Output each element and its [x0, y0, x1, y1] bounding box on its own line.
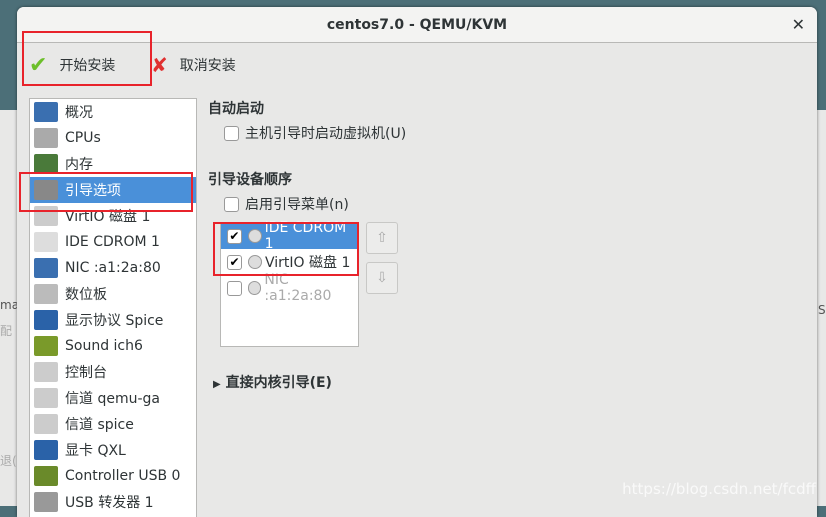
window-title: centos7.0 - QEMU/KVM	[326, 17, 508, 33]
autostart-checkbox[interactable]: 主机引导时启动虚拟机(U)	[224, 123, 406, 143]
checkbox-box[interactable]	[224, 196, 239, 212]
pci-card-icon	[34, 466, 58, 486]
arrow-down-icon: ⇩	[376, 270, 388, 286]
checkbox[interactable]	[227, 280, 242, 296]
background-text: 配	[0, 324, 13, 338]
sidebar-item-label: Sound ich6	[65, 338, 143, 354]
sidebar-item[interactable]: 信道 qemu-ga	[30, 385, 196, 411]
autostart-heading: 自动启动	[208, 101, 264, 117]
sidebar-item[interactable]: 信道 spice	[30, 411, 196, 437]
sidebar-item-label: 显示协议 Spice	[65, 313, 164, 329]
serial-icon	[34, 414, 58, 434]
watermark: https://blog.csdn.net/fcdff	[622, 480, 816, 498]
usb-icon	[34, 492, 58, 512]
close-icon[interactable]: ✕	[792, 7, 805, 43]
boot-order-heading: 引导设备顺序	[208, 172, 292, 188]
tablet-icon	[34, 284, 58, 304]
sidebar-item[interactable]: 概况	[30, 99, 196, 125]
sidebar-item-label: CPUs	[65, 130, 101, 146]
autostart-label: 主机引导时启动虚拟机(U)	[245, 126, 407, 142]
sidebar-item-label: 内存	[65, 157, 93, 173]
serial-icon	[34, 362, 58, 382]
sidebar-item-label: 信道 spice	[65, 417, 134, 433]
kernel-boot-expander[interactable]: ▶ 直接内核引导(E)	[213, 372, 332, 392]
cancel-install-button[interactable]: ✘ 取消安装	[151, 51, 236, 79]
monitor-icon	[34, 102, 58, 122]
annotation-highlight	[22, 31, 152, 86]
kernel-boot-label: 直接内核引导(E)	[225, 375, 332, 391]
sidebar-item-label: 信道 qemu-ga	[65, 391, 160, 407]
sidebar-item[interactable]: 显卡 QXL	[30, 437, 196, 463]
checkbox-box[interactable]	[224, 125, 239, 141]
sidebar-item-label: 数位板	[65, 287, 107, 303]
sidebar-item[interactable]: USB 转发器 1	[30, 489, 196, 515]
background-text: S	[818, 303, 826, 317]
network-icon	[34, 258, 58, 278]
boot-menu-label: 启用引导菜单(n)	[245, 197, 349, 213]
serial-icon	[34, 388, 58, 408]
cancel-install-label: 取消安装	[179, 58, 236, 74]
background-text: 退(	[0, 454, 17, 468]
move-up-button[interactable]: ⇧	[366, 222, 398, 254]
sidebar-item-label: IDE CDROM 1	[65, 234, 160, 250]
display-icon	[34, 310, 58, 330]
sidebar-item-label: 控制台	[65, 365, 107, 381]
red-x-icon: ✘	[151, 53, 168, 77]
cdrom-icon	[34, 232, 58, 252]
sidebar-item-label: 概况	[65, 105, 93, 121]
display-icon	[34, 440, 58, 460]
sidebar-item[interactable]: Sound ich6	[30, 333, 196, 359]
expander-triangle-icon: ▶	[213, 379, 221, 390]
sound-icon	[34, 336, 58, 356]
annotation-highlight	[19, 172, 193, 212]
sidebar-item-label: 显卡 QXL	[65, 443, 126, 459]
hardware-list[interactable]: 概况 CPUs 内存 引导选项 VirtIO 磁盘 1 IDE CDROM 1 NIC :a…	[29, 98, 197, 517]
sidebar-item[interactable]: 显示协议 Spice	[30, 307, 196, 333]
device-icon	[247, 281, 262, 295]
sidebar-item[interactable]: IDE CDROM 1	[30, 229, 196, 255]
boot-device-label: NIC :a1:2a:80	[264, 272, 332, 304]
boot-device-item[interactable]: NIC :a1:2a:80	[221, 272, 358, 304]
arrow-up-icon: ⇧	[376, 230, 388, 246]
sidebar-item[interactable]: 数位板	[30, 281, 196, 307]
sidebar-item-label: USB 转发器 1	[65, 495, 154, 511]
sidebar-item-label: NIC :a1:2a:80	[65, 260, 161, 276]
move-down-button[interactable]: ⇩	[366, 262, 398, 294]
memory-icon	[34, 154, 58, 174]
boot-menu-checkbox[interactable]: 启用引导菜单(n)	[224, 194, 349, 214]
sidebar-item[interactable]: CPUs	[30, 125, 196, 151]
annotation-highlight	[213, 222, 359, 276]
sidebar-item[interactable]: 控制台	[30, 359, 196, 385]
sidebar-item[interactable]: NIC :a1:2a:80	[30, 255, 196, 281]
sidebar-item[interactable]: Controller USB 0	[30, 463, 196, 489]
sidebar-item-label: Controller USB 0	[65, 468, 181, 484]
cpu-icon	[34, 128, 58, 148]
